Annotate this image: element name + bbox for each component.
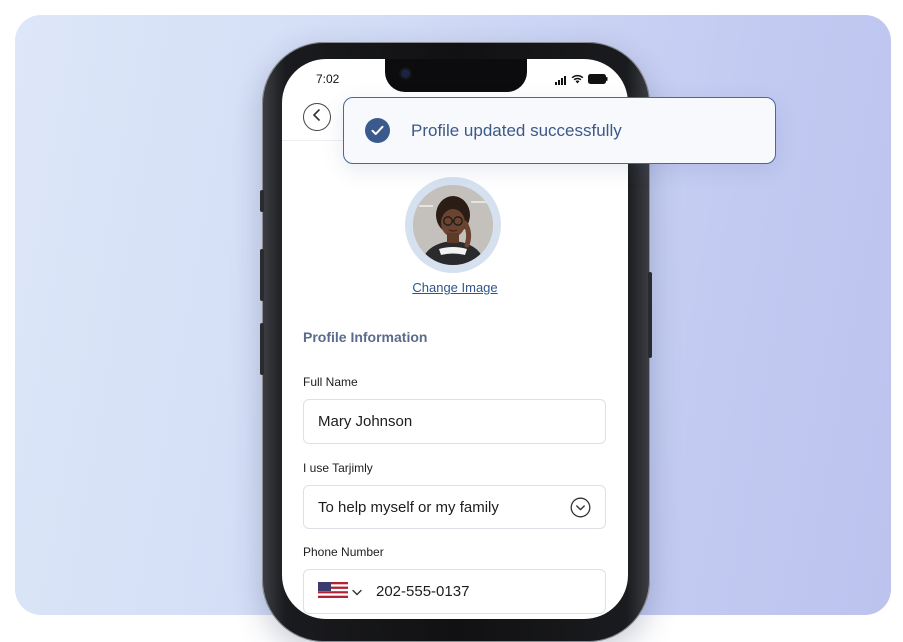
full-name-value: Mary Johnson — [318, 413, 413, 430]
phone-value: 202-555-0137 — [376, 583, 470, 600]
volume-down-button — [260, 323, 264, 375]
status-time: 7:02 — [316, 72, 340, 86]
toast-message: Profile updated successfully — [411, 120, 622, 140]
country-dropdown-icon[interactable] — [352, 583, 362, 600]
usage-select[interactable]: To help myself or my family — [303, 485, 606, 529]
usage-value: To help myself or my family — [318, 498, 499, 516]
notch — [385, 59, 527, 92]
chevron-down-icon — [570, 497, 591, 522]
power-button — [648, 272, 652, 358]
avatar[interactable] — [405, 177, 501, 273]
full-name-label: Full Name — [303, 375, 358, 389]
battery-icon — [588, 71, 608, 89]
chevron-left-icon — [312, 108, 322, 126]
volume-up-button — [260, 249, 264, 301]
front-camera-icon — [401, 69, 410, 78]
check-circle-icon — [365, 118, 390, 143]
section-title: Profile Information — [303, 329, 428, 345]
full-name-input[interactable]: Mary Johnson — [303, 399, 606, 444]
profile-photo — [413, 185, 493, 265]
usage-label: I use Tarjimly — [303, 461, 373, 475]
change-image-link[interactable]: Change Image — [282, 280, 628, 295]
signal-icon — [555, 75, 567, 85]
us-flag-icon — [318, 581, 348, 602]
success-toast: Profile updated successfully — [343, 97, 776, 164]
phone-label: Phone Number — [303, 545, 384, 559]
back-button[interactable] — [303, 103, 331, 131]
mute-switch — [260, 190, 264, 212]
wifi-icon — [571, 71, 584, 89]
phone-input[interactable]: 202-555-0137 — [303, 569, 606, 614]
status-icons — [555, 71, 608, 89]
